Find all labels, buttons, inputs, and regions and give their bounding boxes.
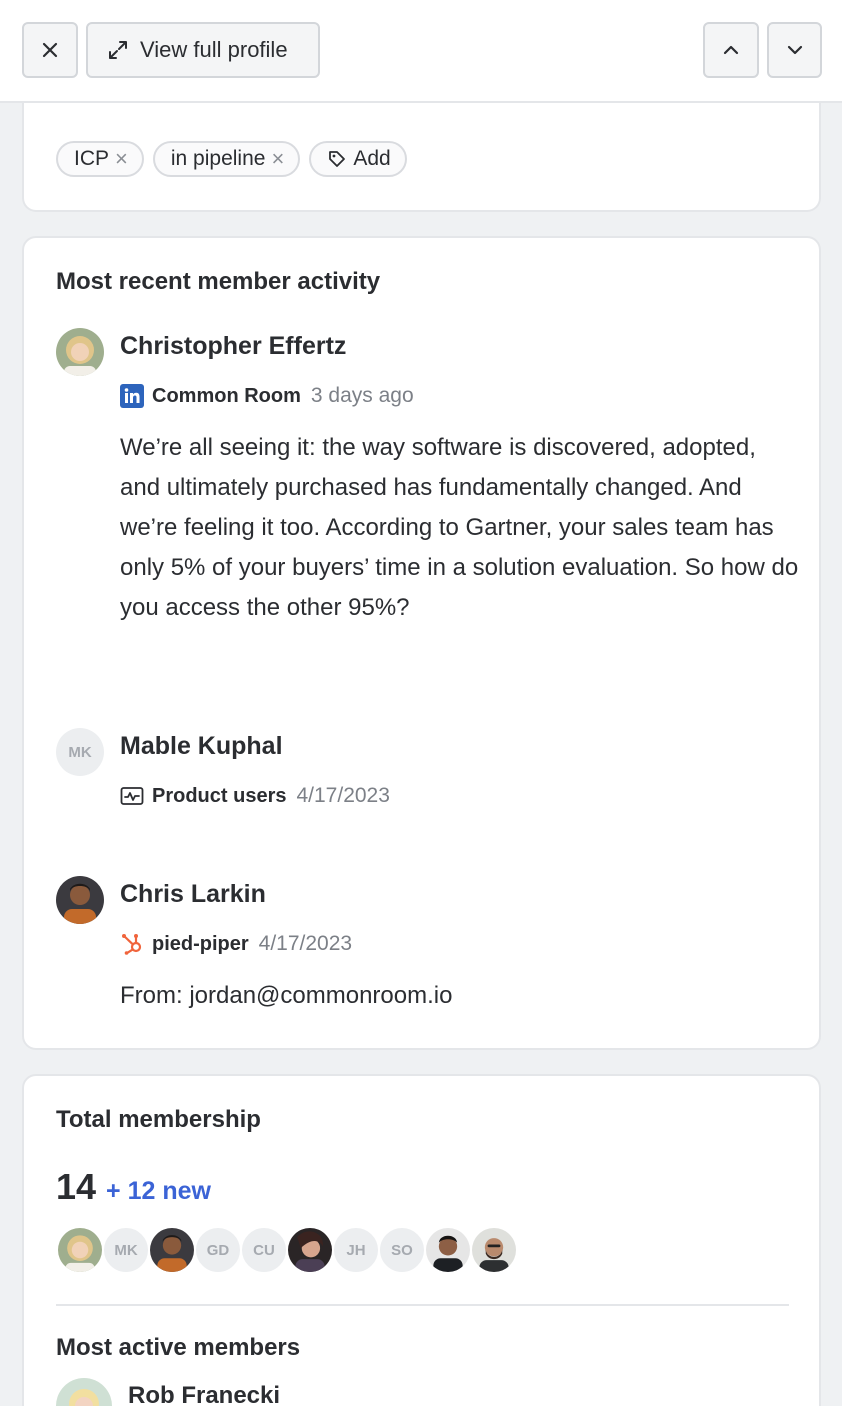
activity-source[interactable]: pied-piper bbox=[152, 933, 249, 956]
avatar[interactable] bbox=[56, 1226, 104, 1274]
view-full-profile-button[interactable]: View full profile bbox=[86, 22, 320, 78]
avatar[interactable]: MK bbox=[102, 1226, 150, 1274]
member-name[interactable]: Christopher Effertz bbox=[120, 332, 346, 361]
member-name[interactable]: Mable Kuphal bbox=[120, 732, 283, 761]
avatar[interactable]: GD bbox=[194, 1226, 242, 1274]
tags-card: ICP × in pipeline × Add bbox=[22, 90, 821, 212]
tag-label: in pipeline bbox=[170, 147, 266, 170]
add-tag-button[interactable]: Add bbox=[309, 141, 407, 177]
membership-count: 14 bbox=[56, 1166, 97, 1207]
activity-monitor-icon bbox=[120, 787, 144, 805]
avatar[interactable] bbox=[148, 1226, 196, 1274]
membership-card: Total membership 14 + 12 new MK GD CU JH… bbox=[22, 1074, 821, 1406]
avatar[interactable]: SO bbox=[378, 1226, 426, 1274]
previous-button[interactable] bbox=[703, 22, 759, 78]
most-active-members-title: Most active members bbox=[56, 1334, 301, 1361]
add-tag-label: Add bbox=[353, 147, 391, 170]
activity-time: 4/17/2023 bbox=[258, 932, 353, 955]
remove-tag-icon[interactable]: × bbox=[115, 148, 128, 170]
total-membership-title: Total membership bbox=[56, 1106, 261, 1133]
avatar[interactable] bbox=[56, 876, 104, 924]
expand-icon bbox=[109, 41, 127, 59]
tag-list: ICP × in pipeline × Add bbox=[56, 141, 407, 177]
avatar[interactable] bbox=[424, 1226, 472, 1274]
activity-item[interactable]: Chris Larkin pied-piper 4/17/2023 From: … bbox=[56, 876, 796, 1026]
activity-source[interactable]: Common Room bbox=[152, 385, 301, 408]
avatar[interactable] bbox=[56, 1378, 112, 1406]
activity-item[interactable]: MK Mable Kuphal Product users 4/17/2023 bbox=[56, 728, 796, 828]
panel-header: View full profile bbox=[0, 0, 842, 103]
activity-meta: Product users 4/17/2023 bbox=[120, 784, 390, 808]
activity-source[interactable]: Product users bbox=[152, 785, 286, 808]
tag-label: ICP bbox=[74, 147, 110, 170]
avatar[interactable]: JH bbox=[332, 1226, 380, 1274]
avatar[interactable]: MK bbox=[56, 728, 104, 776]
tag-in-pipeline[interactable]: in pipeline × bbox=[152, 141, 301, 177]
activity-body: From: jordan@commonroom.io bbox=[120, 982, 453, 1009]
member-name[interactable]: Rob Franecki bbox=[128, 1382, 280, 1406]
remove-tag-icon[interactable]: × bbox=[271, 148, 284, 170]
activity-time: 3 days ago bbox=[310, 384, 414, 407]
avatar[interactable] bbox=[56, 328, 104, 376]
hubspot-icon bbox=[122, 934, 142, 955]
membership-count-row: 14 + 12 new bbox=[56, 1166, 211, 1208]
chevron-up-icon bbox=[723, 45, 739, 55]
tag-icon bbox=[329, 151, 346, 167]
chevron-down-icon bbox=[787, 45, 802, 55]
view-full-profile-label: View full profile bbox=[140, 37, 288, 62]
activity-body: We’re all seeing it: the way software is… bbox=[120, 434, 799, 621]
close-button[interactable] bbox=[22, 22, 78, 78]
section-divider bbox=[56, 1304, 789, 1306]
close-icon bbox=[42, 42, 58, 58]
recent-activity-title: Most recent member activity bbox=[56, 268, 381, 295]
activity-meta: Common Room 3 days ago bbox=[120, 384, 414, 408]
activity-meta: pied-piper 4/17/2023 bbox=[120, 932, 352, 956]
next-button[interactable] bbox=[767, 22, 822, 78]
linkedin-icon bbox=[120, 384, 144, 408]
activity-time: 4/17/2023 bbox=[296, 784, 390, 807]
recent-activity-card: Most recent member activity Christopher … bbox=[22, 236, 821, 1050]
member-name[interactable]: Chris Larkin bbox=[120, 880, 266, 909]
avatar[interactable] bbox=[286, 1226, 334, 1274]
activity-item[interactable]: Christopher Effertz Common Room 3 days a… bbox=[56, 328, 798, 658]
member-avatar-stack: MK GD CU JH SO bbox=[56, 1226, 526, 1274]
new-members-link[interactable]: + 12 new bbox=[106, 1177, 211, 1206]
avatar[interactable]: CU bbox=[240, 1226, 288, 1274]
avatar[interactable] bbox=[470, 1226, 518, 1274]
tag-icp[interactable]: ICP × bbox=[56, 141, 144, 177]
